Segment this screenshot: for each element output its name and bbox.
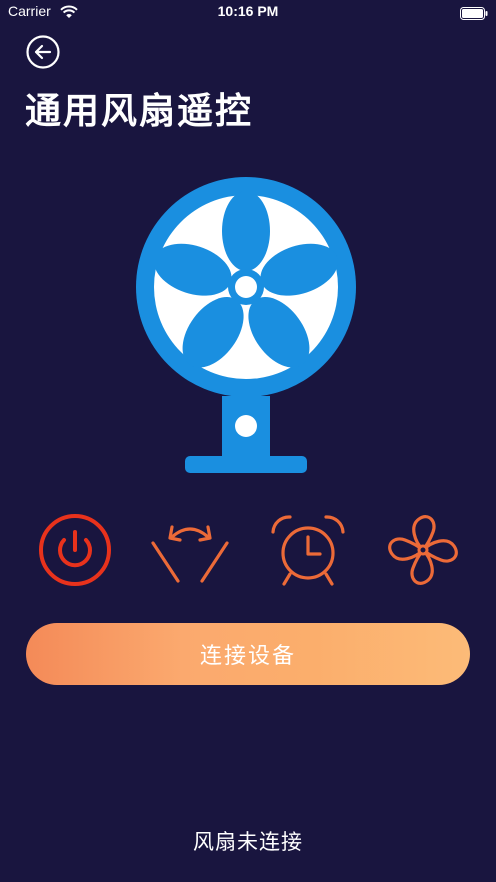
connection-status-label: 风扇未连接	[193, 830, 303, 854]
connect-device-button[interactable]: 连接设备	[26, 623, 470, 685]
electric-fan-icon	[133, 174, 359, 476]
alarm-clock-icon	[271, 515, 345, 586]
back-button[interactable]	[26, 35, 60, 69]
speed-button[interactable]	[383, 510, 463, 590]
power-button[interactable]	[35, 510, 115, 590]
battery-icon	[460, 5, 488, 24]
status-bar: Carrier 10:16 PM	[0, 0, 496, 24]
timer-button[interactable]	[268, 510, 348, 590]
fan-speed-icon	[388, 515, 458, 585]
power-icon	[39, 514, 111, 586]
oscillate-icon	[151, 525, 229, 583]
status-time: 10:16 PM	[217, 3, 279, 19]
arrow-left-circle-icon	[26, 35, 60, 69]
page-title: 通用风扇遥控	[25, 91, 254, 132]
swing-button[interactable]	[150, 510, 230, 590]
fan-remote-screen: Carrier 10:16 PM 通用风扇遥控 连接设备 风扇未连接	[0, 0, 496, 882]
control-row	[0, 510, 496, 590]
